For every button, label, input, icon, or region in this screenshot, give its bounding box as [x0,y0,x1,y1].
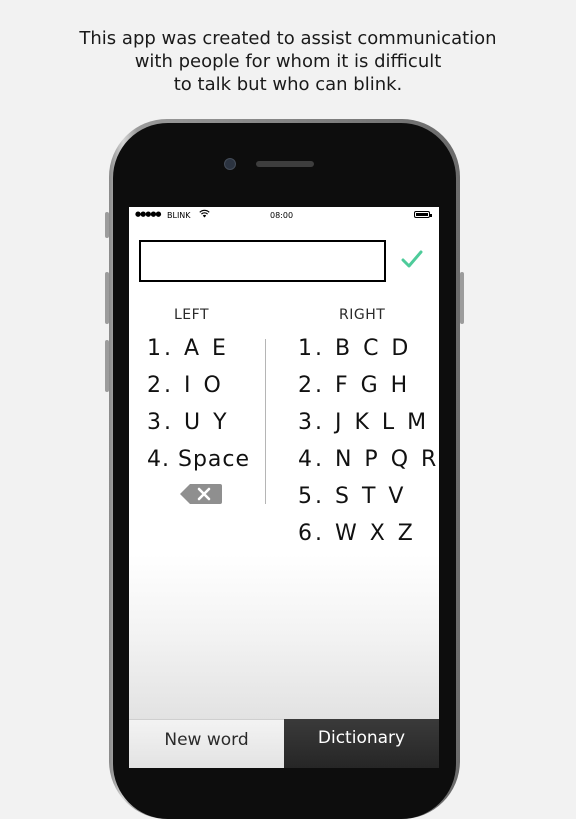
right-row-5[interactable]: 5. S T V [298,484,406,509]
left-row-1[interactable]: 1. A E [147,336,229,361]
wifi-icon [199,209,210,221]
mute-switch [105,212,109,238]
right-row-1[interactable]: 1. B C D [298,336,411,361]
status-time: 08:00 [270,211,294,220]
power-button [460,272,464,324]
right-row-4[interactable]: 4. N P Q R [298,447,439,472]
volume-down-button [105,340,109,392]
left-row-4[interactable]: 4. Space [147,447,250,472]
caption-line-2: with people for whom it is difficult [134,51,442,72]
right-column-header: RIGHT [339,307,386,323]
right-row-3[interactable]: 3. J K L M [298,410,429,435]
volume-up-button [105,272,109,324]
left-row-3[interactable]: 3. U Y [147,410,230,435]
front-camera [224,158,236,170]
checkmark-icon[interactable] [401,247,423,275]
dictionary-button[interactable]: Dictionary [284,719,439,768]
caption: This app was created to assist communica… [0,27,576,96]
earpiece-speaker [256,161,314,167]
column-divider [265,339,266,504]
message-text-field[interactable] [139,240,386,282]
bottom-bar: New word Dictionary [129,719,439,768]
left-column-header: LEFT [174,307,210,323]
new-word-button[interactable]: New word [129,719,284,768]
battery-icon [414,211,432,218]
caption-line-1: This app was created to assist communica… [79,28,497,49]
phone-screen: ●●●●● BLINK 08:00 LEFT RIGHT 1. A E 2. I… [129,207,439,768]
signal-strength: ●●●●● [135,210,162,218]
right-row-2[interactable]: 2. F G H [298,373,410,398]
status-bar: ●●●●● BLINK 08:00 [129,207,439,224]
backspace-icon[interactable] [180,484,222,504]
left-row-2[interactable]: 2. I O [147,373,224,398]
right-row-6[interactable]: 6. W X Z [298,521,416,546]
carrier-name: BLINK [167,211,191,220]
caption-line-3: to talk but who can blink. [173,74,403,95]
